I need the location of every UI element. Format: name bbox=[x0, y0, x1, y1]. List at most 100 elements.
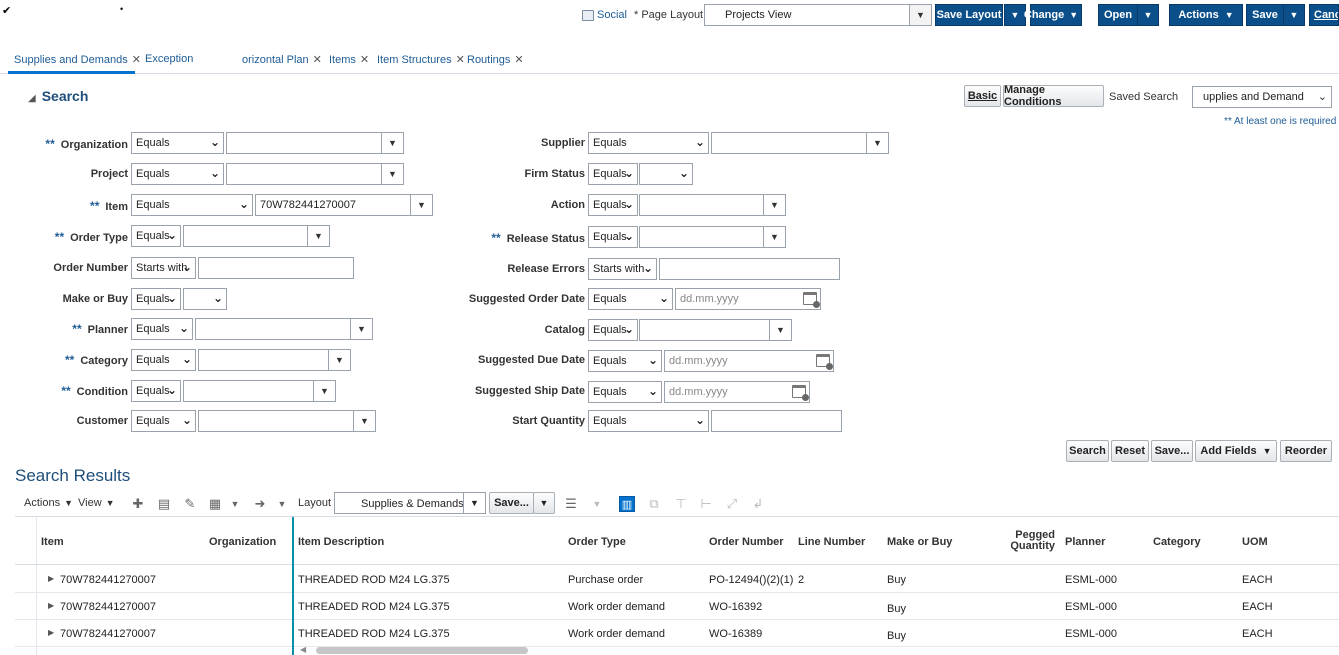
social-link[interactable]: Social bbox=[582, 9, 627, 21]
tab-items[interactable]: Items ✕ bbox=[329, 53, 369, 66]
dropdown-arrow-icon[interactable]: ▼ bbox=[763, 195, 785, 215]
planner-operator[interactable]: Equals ⌄ bbox=[131, 318, 193, 340]
dropdown-arrow-icon[interactable]: ▼ bbox=[763, 227, 785, 247]
item-operator[interactable]: Equals ⌄ bbox=[131, 194, 253, 216]
calendar-icon[interactable] bbox=[803, 292, 820, 308]
column-settings-icon[interactable]: ▦ bbox=[207, 496, 223, 512]
details-icon[interactable]: ▤ bbox=[156, 496, 172, 512]
close-icon[interactable]: ✕ bbox=[456, 54, 465, 66]
chevron-down-icon[interactable]: ▼ bbox=[589, 496, 605, 512]
condition-input[interactable]: ▼ bbox=[183, 380, 336, 402]
change-button[interactable]: Change ▼ bbox=[1024, 4, 1082, 26]
table-view-icon[interactable]: ▥ bbox=[619, 496, 635, 512]
column-header-make-or-buy[interactable]: Make or Buy bbox=[887, 536, 952, 548]
expand-row-icon[interactable]: ▶ bbox=[48, 628, 54, 637]
project-operator[interactable]: Equals ⌄ bbox=[131, 163, 224, 185]
dropdown-arrow-icon[interactable]: ▼ bbox=[381, 133, 403, 153]
dropdown-arrow-icon[interactable]: ▼ bbox=[353, 411, 375, 431]
catalog-input[interactable]: ▼ bbox=[639, 319, 792, 341]
expand-all-icon[interactable]: ⤢ bbox=[724, 496, 740, 512]
table-row[interactable]: ▶ 70W782441270007 THREADED ROD M24 LG.37… bbox=[15, 566, 1339, 593]
horizontal-scrollbar[interactable]: ◀ bbox=[300, 645, 1330, 654]
page-layout-select[interactable]: Projects View ▼ bbox=[704, 4, 932, 26]
dropdown-arrow-icon[interactable]: ▼ bbox=[381, 164, 403, 184]
catalog-operator[interactable]: Equals ⌄ bbox=[588, 319, 638, 341]
dropdown-arrow-icon[interactable]: ▼ bbox=[328, 350, 350, 370]
column-header-planner[interactable]: Planner bbox=[1065, 536, 1105, 548]
planner-input[interactable]: ▼ bbox=[195, 318, 373, 340]
close-icon[interactable]: ✕ bbox=[514, 54, 523, 66]
suggested-order-date-operator[interactable]: Equals ⌄ bbox=[588, 288, 673, 310]
tab-item-structures[interactable]: Item Structures ✕ bbox=[377, 53, 465, 66]
column-header-item[interactable]: Item bbox=[41, 536, 64, 548]
supplier-operator[interactable]: Equals ⌄ bbox=[588, 132, 709, 154]
item-input[interactable]: 70W782441270007 ▼ bbox=[255, 194, 433, 216]
column-header-uom[interactable]: UOM bbox=[1242, 536, 1268, 548]
condition-operator[interactable]: Equals ⌄ bbox=[131, 380, 181, 402]
calendar-icon[interactable] bbox=[792, 385, 809, 401]
cancel-button[interactable]: Canc bbox=[1309, 4, 1339, 26]
suggested-ship-date-input[interactable]: dd.mm.yyyy bbox=[664, 381, 810, 403]
collapse-icon[interactable]: ◢ bbox=[28, 93, 36, 104]
customer-input[interactable]: ▼ bbox=[198, 410, 376, 432]
firm-status-select[interactable]: ⌄ bbox=[639, 163, 693, 185]
expand-row-icon[interactable]: ▶ bbox=[48, 574, 54, 583]
table-row[interactable]: ▶ 70W782441270007 THREADED ROD M24 LG.37… bbox=[15, 593, 1339, 620]
start-quantity-input[interactable] bbox=[711, 410, 842, 432]
tab-routings[interactable]: Routings ✕ bbox=[467, 53, 524, 66]
category-input[interactable]: ▼ bbox=[198, 349, 351, 371]
suggested-due-date-input[interactable]: dd.mm.yyyy bbox=[664, 350, 834, 372]
search-button[interactable]: Search bbox=[1066, 440, 1109, 462]
column-header-pegged-quantity[interactable]: Pegged Quantity bbox=[995, 530, 1055, 552]
search-header[interactable]: ◢ Search bbox=[28, 88, 88, 104]
tab-supplies-and-demands[interactable]: Supplies and Demands ✕ bbox=[14, 53, 141, 66]
make-or-buy-operator[interactable]: Equals ⌄ bbox=[131, 288, 181, 310]
scrollbar-thumb[interactable] bbox=[316, 647, 528, 654]
start-quantity-operator[interactable]: Equals ⌄ bbox=[588, 410, 709, 432]
edit-icon[interactable]: ✎ bbox=[182, 496, 198, 512]
frozen-column-divider[interactable] bbox=[292, 517, 294, 655]
action-input[interactable]: ▼ bbox=[639, 194, 786, 216]
list-view-icon[interactable]: ☰ bbox=[563, 496, 579, 512]
firm-status-operator[interactable]: Equals ⌄ bbox=[588, 163, 638, 185]
save-layout-results-menu[interactable]: ▼ bbox=[533, 492, 555, 514]
dropdown-arrow-icon[interactable]: ▼ bbox=[866, 133, 888, 153]
tab-horizontal-plan[interactable]: orizontal Plan ✕ bbox=[242, 53, 322, 66]
expand-row-icon[interactable]: ▶ bbox=[48, 601, 54, 610]
open-menu-button[interactable]: ▼ bbox=[1137, 4, 1159, 26]
dropdown-arrow-icon[interactable]: ▼ bbox=[307, 226, 329, 246]
column-header-category[interactable]: Category bbox=[1153, 536, 1201, 548]
reset-button[interactable]: Reset bbox=[1111, 440, 1149, 462]
close-icon[interactable]: ✕ bbox=[313, 54, 322, 66]
column-header-organization[interactable]: Organization bbox=[209, 536, 276, 548]
column-header-item-description[interactable]: Item Description bbox=[298, 536, 384, 548]
suggested-ship-date-operator[interactable]: Equals ⌄ bbox=[588, 381, 662, 403]
order-type-input[interactable]: ▼ bbox=[183, 225, 330, 247]
column-header-order-type[interactable]: Order Type bbox=[568, 536, 626, 548]
release-errors-input[interactable] bbox=[659, 258, 840, 280]
order-number-operator[interactable]: Starts with ⌄ bbox=[131, 257, 196, 279]
order-type-operator[interactable]: Equals ⌄ bbox=[131, 225, 181, 247]
calendar-icon[interactable] bbox=[816, 354, 833, 370]
supplier-input[interactable]: ▼ bbox=[711, 132, 889, 154]
dropdown-arrow-icon[interactable]: ▼ bbox=[350, 319, 372, 339]
return-icon[interactable]: ↲ bbox=[750, 496, 766, 512]
release-status-operator[interactable]: Equals ⌄ bbox=[588, 226, 638, 248]
chevron-down-icon[interactable]: ▼ bbox=[274, 496, 290, 512]
tab-exceptions[interactable]: Exception bbox=[145, 53, 193, 65]
go-icon[interactable]: ➜ bbox=[252, 496, 268, 512]
saved-search-select[interactable]: upplies and Demand ⌄ bbox=[1192, 86, 1332, 108]
customer-operator[interactable]: Equals ⌄ bbox=[131, 410, 196, 432]
open-button[interactable]: Open bbox=[1098, 4, 1138, 26]
save-layout-results-button[interactable]: Save... bbox=[489, 492, 534, 514]
dropdown-arrow-icon[interactable]: ▼ bbox=[463, 493, 485, 513]
close-icon[interactable]: ✕ bbox=[132, 54, 141, 66]
chevron-down-icon[interactable]: ▼ bbox=[909, 5, 931, 25]
project-input[interactable]: ▼ bbox=[226, 163, 404, 185]
suggested-order-date-input[interactable]: dd.mm.yyyy bbox=[675, 288, 821, 310]
add-fields-button[interactable]: Add Fields ▼ bbox=[1195, 440, 1277, 462]
freeze-icon[interactable]: ⊤ bbox=[673, 496, 689, 512]
save-menu-button[interactable]: ▼ bbox=[1283, 4, 1305, 26]
order-number-input[interactable] bbox=[198, 257, 354, 279]
save-search-button[interactable]: Save... bbox=[1151, 440, 1193, 462]
